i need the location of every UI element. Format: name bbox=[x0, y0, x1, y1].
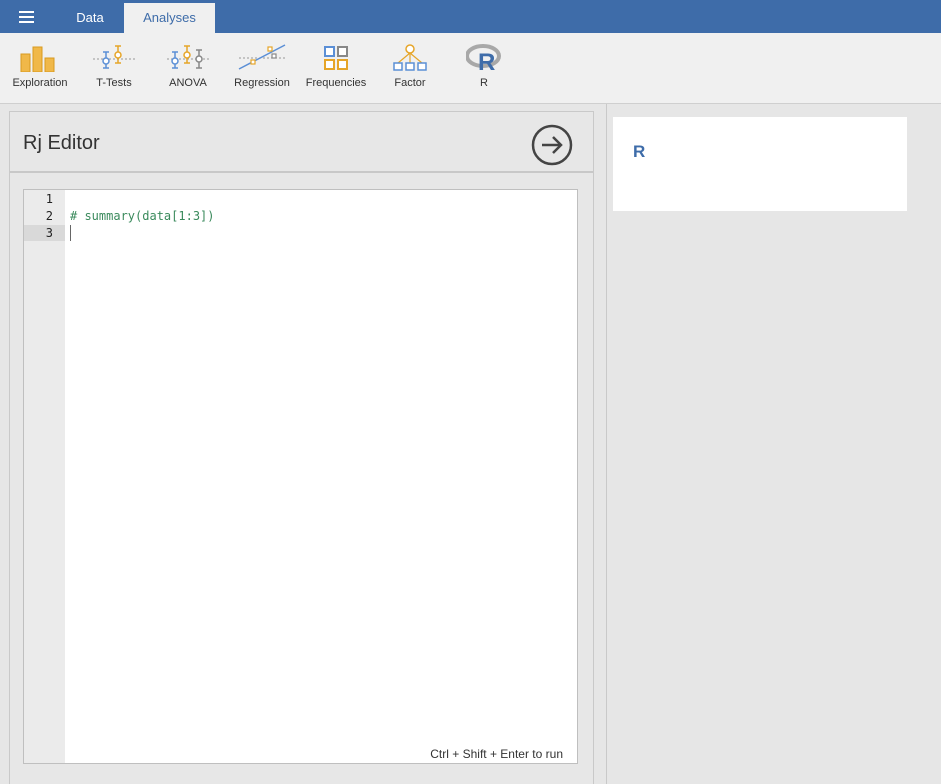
exploration-button[interactable]: Exploration bbox=[8, 33, 72, 103]
ribbon-label: Exploration bbox=[12, 77, 68, 89]
code-line[interactable]: # summary(data[1:3]) bbox=[70, 209, 215, 223]
editor-title: Rj Editor bbox=[23, 132, 100, 154]
ttests-button[interactable]: T-Tests bbox=[82, 33, 146, 103]
run-shortcut-hint: Ctrl + Shift + Enter to run bbox=[430, 747, 563, 761]
results-card: R bbox=[613, 117, 907, 211]
ribbon-label: R bbox=[480, 77, 488, 89]
run-button[interactable] bbox=[531, 124, 573, 166]
hamburger-menu-icon[interactable] bbox=[9, 6, 45, 30]
ribbon-label: Regression bbox=[234, 77, 290, 89]
frequencies-icon bbox=[324, 46, 348, 70]
ribbon-label: Frequencies bbox=[305, 77, 367, 89]
line-number: 1 bbox=[45, 192, 53, 206]
factor-button[interactable]: Factor bbox=[378, 33, 442, 103]
ribbon-label: T-Tests bbox=[96, 77, 132, 89]
tab-analyses[interactable]: Analyses bbox=[124, 3, 215, 33]
regression-icon bbox=[238, 44, 286, 70]
run-arrow-icon bbox=[531, 124, 573, 166]
editor-header: Rj Editor bbox=[10, 112, 593, 173]
svg-text:R: R bbox=[478, 49, 495, 72]
results-panel: R bbox=[606, 104, 941, 784]
tab-data[interactable]: Data bbox=[56, 3, 124, 33]
anova-button[interactable]: ANOVA bbox=[156, 33, 220, 103]
r-logo-icon: R bbox=[466, 44, 501, 72]
rj-editor-panel: Rj Editor 1 2 3 # summary(data[1:3]) Ctr… bbox=[9, 111, 594, 784]
anova-icon bbox=[167, 45, 209, 69]
text-cursor bbox=[70, 225, 71, 241]
factor-icon bbox=[393, 44, 427, 71]
top-bar: Data Analyses bbox=[0, 0, 941, 33]
code-editor[interactable]: 1 2 3 # summary(data[1:3]) Ctrl + Shift … bbox=[23, 189, 578, 764]
active-line-highlight bbox=[24, 225, 65, 241]
analyses-ribbon: Exploration T-Tests ANOVA Regression Fre… bbox=[0, 33, 941, 104]
r-button[interactable]: R R bbox=[452, 33, 516, 103]
line-number: 2 bbox=[45, 209, 53, 223]
exploration-bar-icon bbox=[20, 46, 55, 72]
frequencies-button[interactable]: Frequencies bbox=[304, 33, 368, 103]
regression-button[interactable]: Regression bbox=[230, 33, 294, 103]
ribbon-label: Factor bbox=[394, 77, 426, 89]
line-number-gutter: 1 2 3 bbox=[24, 190, 65, 763]
ribbon-label: ANOVA bbox=[169, 77, 207, 89]
line-number: 3 bbox=[45, 226, 53, 240]
results-heading[interactable]: R bbox=[633, 142, 645, 162]
ttests-icon bbox=[93, 45, 135, 69]
